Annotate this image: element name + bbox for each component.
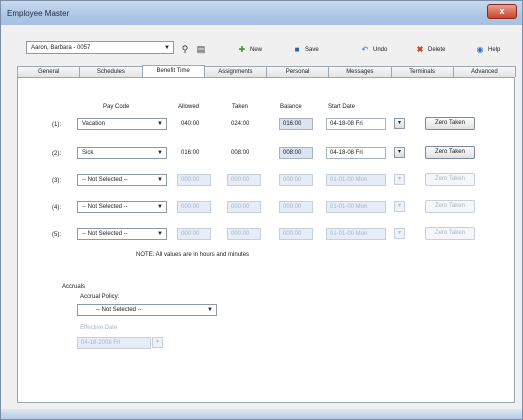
tab-general[interactable]: General	[17, 66, 81, 77]
pay-code-value: -- Not Selected --	[82, 177, 128, 183]
undo-button[interactable]: ↶ Undo	[360, 44, 388, 56]
search-employee-icon[interactable]: ⚲	[179, 43, 191, 55]
chevron-down-icon: ▼	[157, 204, 163, 210]
row-index: (3):	[52, 178, 61, 184]
row-index: (2):	[52, 151, 61, 157]
print-icon[interactable]: ▤	[195, 43, 207, 55]
start-date-field: 01-01-00 Mon	[326, 174, 386, 186]
header-start-date: Start Date	[328, 104, 356, 110]
effective-date-field: 04-18-2008 Fri	[77, 337, 151, 349]
delete-button[interactable]: ✖ Delete	[415, 44, 446, 56]
balance-field: 000:00	[279, 174, 313, 186]
date-picker-button: ▾	[394, 174, 405, 185]
employee-select[interactable]: Aaron, Barbara - 0057 ▼	[26, 41, 174, 54]
pay-code-select[interactable]: -- Not Selected -- ▼	[77, 174, 167, 186]
save-icon: ■	[294, 45, 300, 54]
pay-code-select[interactable]: -- Not Selected -- ▼	[77, 228, 167, 240]
header-balance: Balance	[280, 104, 302, 110]
employee-master-window: Employee Master x Aaron, Barbara - 0057 …	[0, 0, 523, 420]
tab-assignments[interactable]: Assignments	[203, 66, 267, 77]
taken-field: 000:00	[227, 201, 261, 213]
date-picker-button: ▾	[394, 228, 405, 239]
pay-code-select[interactable]: -- Not Selected -- ▼	[77, 201, 167, 213]
pay-code-value: Vacation	[82, 121, 105, 127]
delete-icon: ✖	[416, 45, 424, 54]
zero-taken-button[interactable]: Zero Taken	[425, 117, 475, 130]
new-button[interactable]: ✚ New	[237, 44, 262, 56]
date-picker-button: ▾	[394, 201, 405, 212]
header-allowed: Allowed	[178, 104, 200, 110]
date-picker-button[interactable]: ▾	[394, 147, 405, 158]
new-icon: ✚	[238, 45, 246, 54]
undo-icon: ↶	[361, 45, 369, 54]
zero-taken-button: Zero Taken	[425, 227, 475, 240]
new-label: New	[250, 47, 263, 53]
balance-field: 000:00	[279, 201, 313, 213]
pay-code-value: -- Not Selected --	[82, 231, 128, 237]
taken-field[interactable]: 008:00	[227, 147, 261, 159]
allowed-field[interactable]: 016:00	[177, 147, 211, 159]
help-icon: ◉	[476, 45, 484, 54]
close-button[interactable]: x	[487, 4, 517, 19]
row-index: (1):	[52, 122, 61, 128]
accrual-policy-select[interactable]: -- Not Selected -- ▼	[77, 304, 217, 316]
accrual-policy-label: Accrual Policy:	[80, 294, 120, 300]
start-date-field[interactable]: 04-18-08 Fri	[326, 147, 386, 159]
tab-messages[interactable]: Messages	[328, 66, 392, 77]
taken-field: 000:00	[227, 174, 261, 186]
tab-advanced[interactable]: Advanced	[452, 66, 516, 77]
start-date-field: 01-01-00 Mon	[326, 201, 386, 213]
tab-personal[interactable]: Personal	[266, 66, 330, 77]
status-bar	[1, 409, 522, 419]
accrual-policy-value: -- Not Selected --	[96, 307, 142, 313]
chevron-down-icon: ▼	[157, 150, 163, 156]
allowed-field: 000:00	[177, 174, 211, 186]
zero-taken-button: Zero Taken	[425, 200, 475, 213]
header-pay-code: Pay Code	[103, 104, 130, 110]
tab-terminals[interactable]: Terminals	[390, 66, 454, 77]
save-button[interactable]: ■ Save	[292, 44, 319, 56]
balance-field: 008:00	[279, 147, 313, 159]
pay-code-value: -- Not Selected --	[82, 204, 128, 210]
header-taken: Taken	[232, 104, 249, 110]
date-picker-button[interactable]: ▾	[394, 118, 405, 129]
employee-select-value: Aaron, Barbara - 0057	[31, 45, 91, 51]
undo-label: Undo	[373, 47, 388, 53]
effective-date-label: Effective Date	[80, 325, 118, 331]
accruals-section-label: Accruals	[62, 284, 86, 290]
chevron-down-icon: ▼	[157, 121, 163, 127]
chevron-down-icon: ▼	[164, 45, 170, 51]
taken-field: 000:00	[227, 228, 261, 240]
balance-field: 016:00	[279, 118, 313, 130]
title-bar: Employee Master x	[1, 1, 522, 25]
date-picker-button: ▾	[152, 337, 163, 348]
start-date-field: 01-01-00 Mon	[326, 228, 386, 240]
units-note: NOTE: All values are in hours and minute…	[136, 252, 250, 258]
window-title: Employee Master	[7, 9, 70, 18]
pay-code-select[interactable]: Sick ▼	[77, 147, 167, 159]
taken-field[interactable]: 024:00	[227, 118, 261, 130]
delete-label: Delete	[428, 47, 446, 53]
row-index: (4):	[52, 205, 61, 211]
start-date-field[interactable]: 04-18-08 Fri	[326, 118, 386, 130]
chevron-down-icon: ▼	[207, 307, 213, 313]
allowed-field: 000:00	[177, 201, 211, 213]
help-label: Help	[488, 47, 501, 53]
chevron-down-icon: ▼	[157, 231, 163, 237]
allowed-field: 000:00	[177, 228, 211, 240]
zero-taken-button: Zero Taken	[425, 173, 475, 186]
save-label: Save	[305, 47, 319, 53]
tab-schedules[interactable]: Schedules	[79, 66, 143, 77]
chevron-down-icon: ▼	[157, 177, 163, 183]
pay-code-value: Sick	[82, 150, 94, 156]
row-index: (5):	[52, 232, 61, 238]
zero-taken-button[interactable]: Zero Taken	[425, 146, 475, 159]
pay-code-select[interactable]: Vacation ▼	[77, 118, 167, 130]
balance-field: 000:00	[279, 228, 313, 240]
help-button[interactable]: ◉ Help	[475, 44, 501, 56]
allowed-field[interactable]: 040:00	[177, 118, 211, 130]
